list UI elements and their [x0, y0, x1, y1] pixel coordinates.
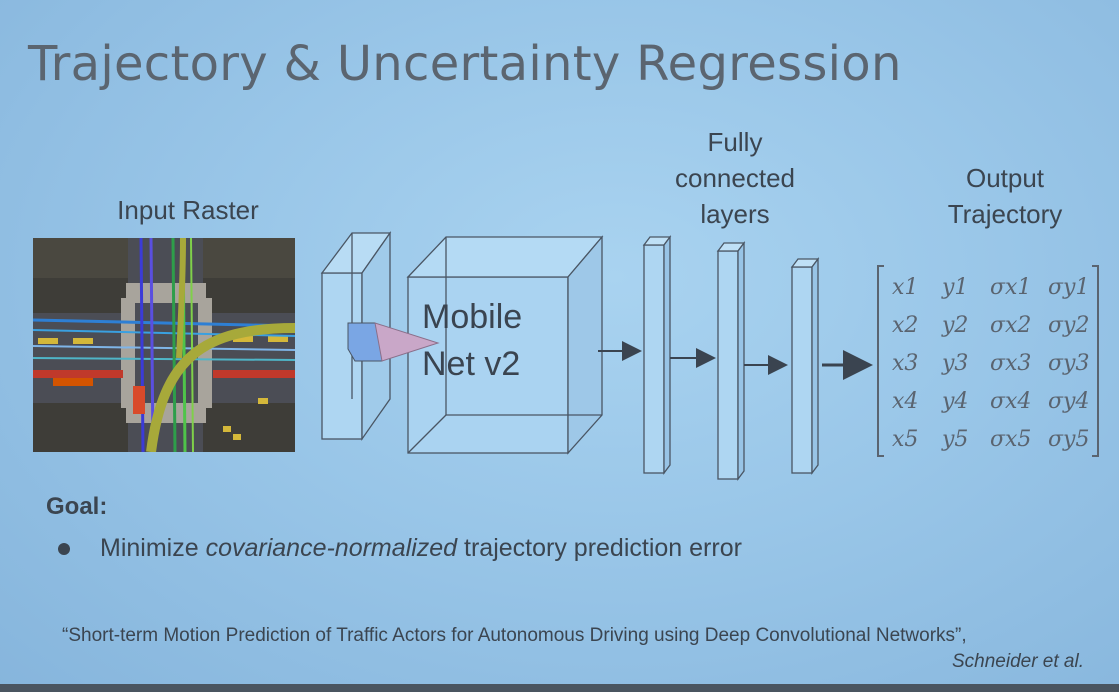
- mobilenet-label-line2: Net v2: [422, 345, 520, 383]
- matrix-cell: σy3: [1048, 351, 1089, 376]
- slide-title: Trajectory & Uncertainty Regression: [28, 36, 902, 92]
- goal-heading: Goal:: [46, 493, 108, 520]
- matrix-cell: y3: [941, 351, 968, 376]
- matrix-cell: σy4: [1048, 389, 1089, 414]
- fc-label-line: Fully: [707, 127, 763, 157]
- matrix-cell: x1: [892, 275, 918, 300]
- output-label-line: Trajectory: [947, 199, 1063, 229]
- network-diagram: Mobile Net v2: [320, 230, 873, 481]
- matrix-cell: σx1: [990, 275, 1031, 300]
- goal-text-suffix: trajectory prediction error: [457, 534, 742, 562]
- fc-layer-3: [790, 257, 820, 475]
- output-label-line: Output: [965, 163, 1045, 193]
- matrix-cell: σx5: [990, 427, 1031, 452]
- goal-text-prefix: Minimize: [100, 534, 206, 562]
- input-raster-image: [33, 238, 295, 452]
- output-matrix: x1 y1 σx1 σy1 x2 y2 σx2 σy2 x3 y3 σx3 σy…: [877, 265, 1099, 457]
- matrix-cell: σy1: [1048, 275, 1089, 300]
- matrix-cell: σy5: [1048, 427, 1089, 452]
- matrix-right-bracket: [1092, 265, 1099, 457]
- citation-authors: Schneider et al.: [951, 651, 1084, 672]
- matrix-left-bracket: [877, 265, 884, 457]
- fc-label-line: connected: [675, 163, 795, 193]
- matrix-cell: σy2: [1048, 313, 1089, 338]
- matrix-cell: y4: [941, 389, 968, 414]
- output-trajectory-label: Output Trajectory: [925, 160, 1085, 232]
- goal-bullet: Minimize covariance-normalized trajector…: [58, 534, 742, 563]
- matrix-cell: x2: [892, 313, 918, 338]
- screen-bottom-edge: [0, 684, 1119, 692]
- matrix-cell: y2: [941, 313, 968, 338]
- bullet-dot-icon: [58, 543, 70, 556]
- fc-layer-2: [716, 241, 746, 481]
- mobilenet-label-line1: Mobile: [422, 298, 522, 336]
- input-raster-label: Input Raster: [117, 195, 259, 225]
- matrix-cell: σx2: [990, 313, 1031, 338]
- matrix-cell: x5: [892, 427, 918, 452]
- citation: “Short-term Motion Prediction of Traffic…: [62, 625, 1084, 673]
- goal-text-emphasis: covariance-normalized: [205, 534, 458, 562]
- fully-connected-label: Fully connected layers: [650, 124, 820, 232]
- matrix-cell: σx4: [990, 389, 1031, 414]
- citation-title: “Short-term Motion Prediction of Traffic…: [62, 625, 967, 646]
- matrix-cell: x4: [892, 389, 918, 414]
- fc-layer-1: [642, 235, 672, 475]
- matrix-cell: σx3: [990, 351, 1031, 376]
- matrix-cell: x3: [892, 351, 918, 376]
- matrix-cell: y5: [941, 427, 968, 452]
- matrix-cell: y1: [941, 275, 968, 300]
